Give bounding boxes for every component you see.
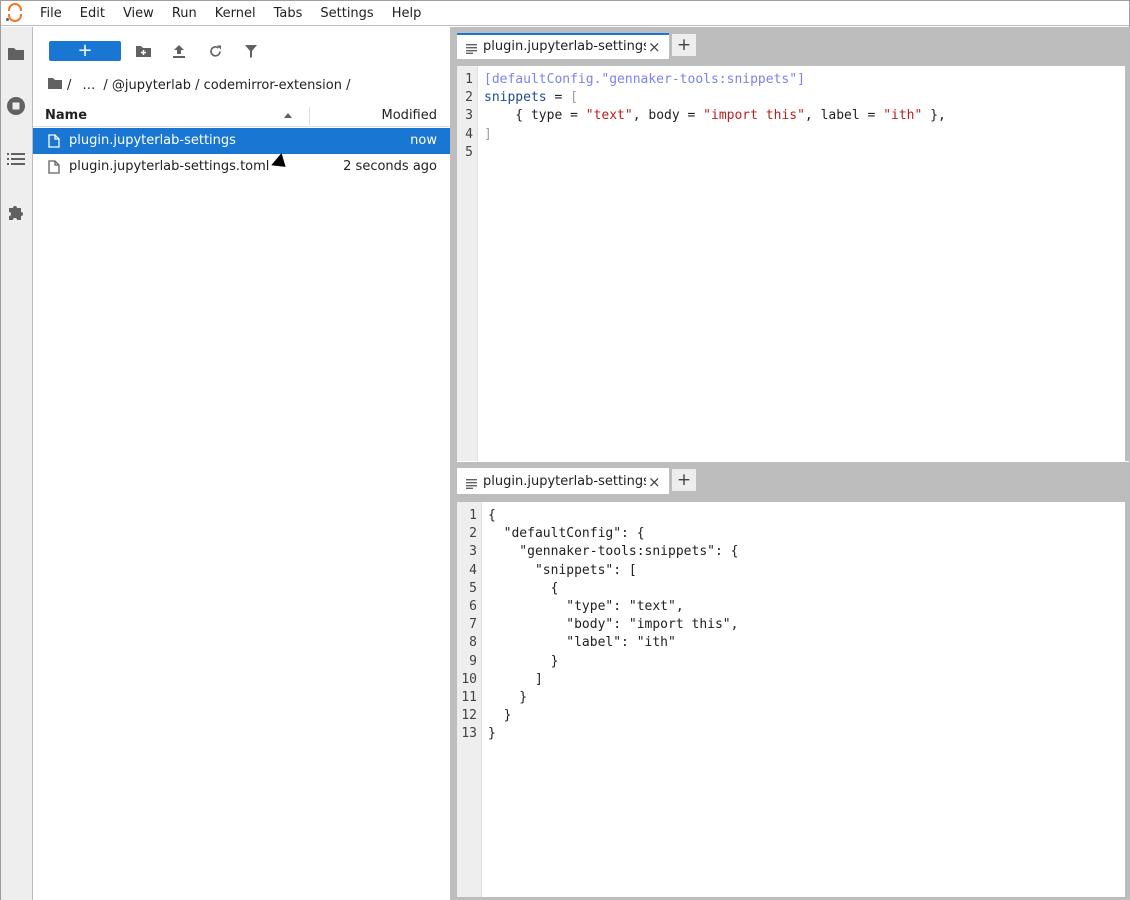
breadcrumb-root[interactable]: / <box>67 78 71 93</box>
line-number: 9 <box>469 653 477 669</box>
line-number: 10 <box>461 671 477 687</box>
tab-bar: plugin.jupyterlab-settings.toml × + <box>457 27 1130 65</box>
line-number: 1 <box>465 72 473 87</box>
code-line: "defaultConfig": { <box>488 526 645 542</box>
tab-json-file[interactable]: plugin.jupyterlab-settings × <box>457 468 669 494</box>
tab-bar: plugin.jupyterlab-settings × + <box>457 462 1130 500</box>
folder-icon[interactable] <box>5 42 27 64</box>
breadcrumb: / … / @jupyterlab / codemirror-extension… <box>48 75 355 95</box>
line-number: 13 <box>461 726 477 742</box>
breadcrumb-home-folder-icon[interactable] <box>48 77 62 93</box>
line-number: 4 <box>465 126 473 142</box>
panel-edge <box>1125 462 1130 900</box>
text-file-icon <box>466 478 477 489</box>
menu-bar: File Edit View Run Kernel Tabs Settings … <box>1 1 1129 26</box>
line-number: 2 <box>469 526 477 542</box>
line-number: 1 <box>469 508 477 523</box>
running-icon[interactable] <box>5 95 27 117</box>
code-line: } <box>488 689 528 705</box>
line-number: 6 <box>469 598 477 614</box>
filter-icon[interactable] <box>241 41 261 61</box>
file-icon <box>48 160 60 174</box>
menu-tabs[interactable]: Tabs <box>265 1 312 26</box>
file-icon <box>48 134 60 148</box>
file-modified: 2 seconds ago <box>343 159 437 174</box>
breadcrumb-path[interactable]: / @jupyterlab / codemirror-extension / <box>103 78 350 93</box>
line-number: 4 <box>469 562 477 578</box>
file-list-header: Name Modified <box>33 105 450 127</box>
code-line: { <box>488 508 496 523</box>
file-browser: + / … / @jupyterlab / codemirror-extensi… <box>33 27 450 900</box>
code-line: "snippets": [ <box>488 562 637 578</box>
tab-toml-file[interactable]: plugin.jupyterlab-settings.toml × <box>457 33 669 59</box>
code-editor[interactable]: 1 2 3 4 5 [defaultConfig."gennaker-tools:sni… <box>457 66 1125 461</box>
code-line: ] <box>488 671 543 687</box>
menu-kernel[interactable]: Kernel <box>206 1 265 26</box>
line-number: 5 <box>469 580 477 596</box>
code-line: } <box>488 653 559 669</box>
tab-label: plugin.jupyterlab-settings <box>483 474 646 489</box>
menu-view[interactable]: View <box>114 1 163 26</box>
code-line: { type = "text", body = "import this", l… <box>484 108 946 124</box>
menu-run[interactable]: Run <box>163 1 206 26</box>
line-number-gutter: 1 2 3 4 5 6 7 8 9 10 11 12 13 <box>457 502 482 897</box>
code-line: ] <box>484 126 492 142</box>
tab-label: plugin.jupyterlab-settings.toml <box>483 39 646 54</box>
file-row[interactable]: plugin.jupyterlab-settings now <box>33 128 450 154</box>
editor-panel-toml: plugin.jupyterlab-settings.toml × + 1 2 3 4… <box>457 27 1130 461</box>
sidebar-splitter[interactable] <box>450 27 457 900</box>
code-line: } <box>488 708 512 724</box>
column-name-header[interactable]: Name <box>45 108 87 123</box>
file-row[interactable]: plugin.jupyterlab-settings.toml 2 second… <box>33 154 450 180</box>
code-editor[interactable]: 1 2 3 4 5 6 7 8 9 10 11 12 13 { "defaultConfig": { "… <box>457 502 1125 897</box>
code-line: snippets = [ <box>484 90 578 106</box>
code-line: "type": "text", <box>488 598 684 614</box>
refresh-icon[interactable] <box>205 41 225 61</box>
extension-icon[interactable] <box>5 201 27 223</box>
new-folder-icon[interactable] <box>133 41 153 61</box>
line-number: 11 <box>461 689 477 705</box>
new-launcher-button[interactable]: + <box>49 41 121 61</box>
code-line: { <box>488 580 559 596</box>
line-number: 7 <box>469 617 477 633</box>
text-file-icon <box>466 43 477 54</box>
menu-help[interactable]: Help <box>383 1 431 26</box>
activity-bar <box>1 27 33 900</box>
column-modified-header[interactable]: Modified <box>382 108 437 123</box>
file-name: plugin.jupyterlab-settings <box>69 133 236 148</box>
column-divider[interactable] <box>309 107 310 125</box>
line-number: 3 <box>465 108 473 124</box>
add-tab-button[interactable]: + <box>671 468 697 492</box>
line-number: 8 <box>469 635 477 651</box>
breadcrumb-ellipsis[interactable]: … <box>82 78 95 93</box>
file-browser-toolbar: + <box>33 39 450 63</box>
add-tab-button[interactable]: + <box>671 33 697 57</box>
code-lines: { "defaultConfig": { "gennaker-tools:sni… <box>488 507 738 743</box>
close-icon[interactable]: × <box>648 38 661 56</box>
menu-edit[interactable]: Edit <box>71 1 114 26</box>
line-number: 12 <box>461 708 477 724</box>
close-icon[interactable]: × <box>648 473 661 491</box>
line-number: 2 <box>465 90 473 106</box>
line-number: 5 <box>465 144 473 160</box>
upload-icon[interactable] <box>169 41 189 61</box>
code-line: [defaultConfig."gennaker-tools:snippets"… <box>484 72 805 87</box>
file-modified: now <box>410 133 437 148</box>
code-lines: [defaultConfig."gennaker-tools:snippets"… <box>484 71 946 162</box>
toc-icon[interactable] <box>5 148 27 170</box>
panel-edge <box>1125 27 1130 461</box>
line-number-gutter: 1 2 3 4 5 <box>457 66 478 461</box>
menu-file[interactable]: File <box>31 1 71 26</box>
code-line: "gennaker-tools:snippets": { <box>488 544 739 560</box>
editor-panel-json: plugin.jupyterlab-settings × + 123456789… <box>457 462 1130 900</box>
jupyter-logo-icon <box>1 1 31 26</box>
code-line: "body": "import this", <box>488 617 739 633</box>
code-line: } <box>488 726 496 742</box>
file-name: plugin.jupyterlab-settings.toml <box>69 159 270 174</box>
sort-ascending-icon <box>284 113 292 118</box>
code-line: "label": "ith" <box>488 635 676 651</box>
menu-settings[interactable]: Settings <box>311 1 382 26</box>
line-number: 3 <box>469 544 477 560</box>
